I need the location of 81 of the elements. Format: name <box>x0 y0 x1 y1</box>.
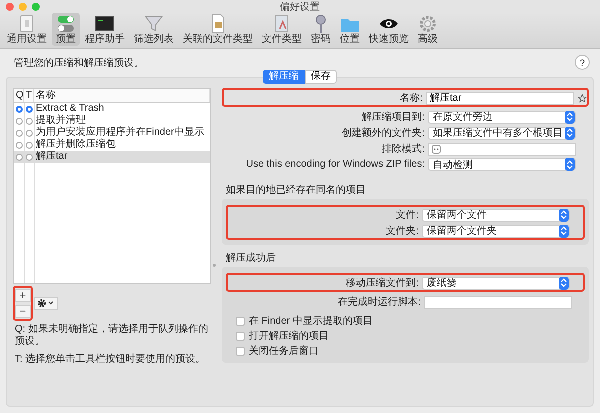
preset-name[interactable]: 为用户安装应用程序并在Finder中显示 <box>34 127 210 139</box>
preset-name[interactable]: Extract & Trash <box>34 103 210 115</box>
split-handle[interactable] <box>213 264 216 266</box>
selected-row[interactable]: 解压tar <box>14 151 210 163</box>
field-label: 文件: <box>395 208 419 222</box>
minimize-button[interactable] <box>19 3 27 11</box>
popup-menu[interactable]: 自动检测 <box>428 158 576 171</box>
preset-name[interactable]: 解压并删除压缩包 <box>34 139 210 151</box>
radio-button[interactable] <box>26 118 32 124</box>
terminal-icon <box>95 14 115 34</box>
toolbar-item[interactable]: 程序助手 <box>81 13 129 46</box>
toolbar-item[interactable]: 筛选列表 <box>130 13 178 46</box>
popup-menu[interactable]: 在原文件旁边 <box>428 110 576 124</box>
column-header[interactable]: Q <box>14 89 24 102</box>
field-label: 在完成时运行脚本: <box>337 296 421 309</box>
checkbox[interactable] <box>236 346 245 356</box>
popup-menu[interactable]: 保留两个文件 <box>422 208 570 222</box>
stepper-icon <box>565 158 575 171</box>
toolbar-item[interactable]: 高级 <box>414 13 442 46</box>
field-label: 创建额外的文件夹: <box>341 126 425 140</box>
radio-button[interactable] <box>16 142 22 148</box>
field-label: 解压缩项目到: <box>361 110 425 124</box>
tab[interactable]: 保存 <box>305 70 337 84</box>
radio-button[interactable] <box>16 154 22 160</box>
radio-button[interactable] <box>16 118 22 124</box>
toolbar-item[interactable]: 预置 <box>52 13 80 46</box>
note-text: Q: 如果未明确指定，请选择用于队列操作的预设。 <box>15 324 210 348</box>
field-label: Use this encoding for Windows ZIP files: <box>245 159 425 170</box>
checkbox-label: 打开解压缩的项目 <box>249 330 329 343</box>
column-header[interactable]: 名称 <box>34 89 210 102</box>
section-title: 解压成功后 <box>226 252 277 265</box>
help-button[interactable]: ? <box>575 55 590 70</box>
radio-button[interactable] <box>26 154 32 160</box>
stepper-icon <box>559 276 569 290</box>
description-text: 管理您的压缩和解压缩预设。 <box>14 56 144 70</box>
stepper-icon <box>565 110 575 124</box>
radio-button[interactable] <box>26 106 32 112</box>
remove-button[interactable]: − <box>15 305 31 318</box>
name-field[interactable]: 解压tar <box>426 92 574 104</box>
gear-icon <box>418 14 438 34</box>
column-header[interactable]: T <box>24 89 34 102</box>
toolbar-item[interactable]: 文件类型 <box>258 13 306 46</box>
toolbar-item[interactable]: 关联的文件类型 <box>179 13 257 46</box>
toggle-icon <box>56 14 76 34</box>
radio-button[interactable] <box>16 106 22 112</box>
field-label: 移动压缩文件到: <box>345 276 419 290</box>
token-icon <box>432 144 441 154</box>
action-menu-button[interactable] <box>34 297 58 310</box>
window-title: 偏好设置 <box>280 0 320 14</box>
checkbox-label: 在 Finder 中显示提取的项目 <box>249 314 373 328</box>
preset-name: 解压tar <box>35 151 69 163</box>
field-label: 排除模式: <box>381 142 425 156</box>
stepper-icon <box>559 208 569 222</box>
note-text: T: 选择您单击工具栏按钮时要使用的预设。 <box>15 354 207 366</box>
script-field[interactable] <box>424 296 572 308</box>
checkbox-label: 关闭任务后窗口 <box>249 344 319 358</box>
toolbar-item[interactable]: 位置 <box>336 13 364 46</box>
toolbar-item[interactable]: 通用设置 <box>3 13 51 46</box>
popup-menu[interactable]: 废纸篓 <box>422 276 570 290</box>
pattern-field[interactable] <box>428 142 576 156</box>
checkbox[interactable] <box>236 316 245 326</box>
preset-name[interactable]: 提取并清理 <box>34 115 210 127</box>
radio-button[interactable] <box>26 142 32 148</box>
gear-icon <box>37 299 55 308</box>
stepper-icon <box>559 224 569 238</box>
toolbar-item[interactable]: 快速预览 <box>365 13 413 46</box>
toolbar-item[interactable]: 密码 <box>307 13 335 46</box>
radio-button[interactable] <box>26 130 32 136</box>
radio-button[interactable] <box>16 130 22 136</box>
checkbox[interactable] <box>236 332 245 340</box>
tab[interactable]: 解压缩 <box>263 70 305 84</box>
popup-menu[interactable]: 保留两个文件夹 <box>422 224 570 238</box>
field-label: 名称: <box>399 92 423 105</box>
zoom-button[interactable] <box>32 3 40 11</box>
star-icon[interactable] <box>578 94 586 102</box>
section-title: 如果目的地已经存在同名的项目 <box>226 184 367 197</box>
add-button[interactable]: + <box>15 289 31 302</box>
close-button[interactable] <box>6 3 14 11</box>
stepper-icon <box>565 126 575 140</box>
field-label: 文件夹: <box>385 224 419 238</box>
popup-menu[interactable]: 如果压缩文件中有多个根项目 <box>428 126 576 140</box>
